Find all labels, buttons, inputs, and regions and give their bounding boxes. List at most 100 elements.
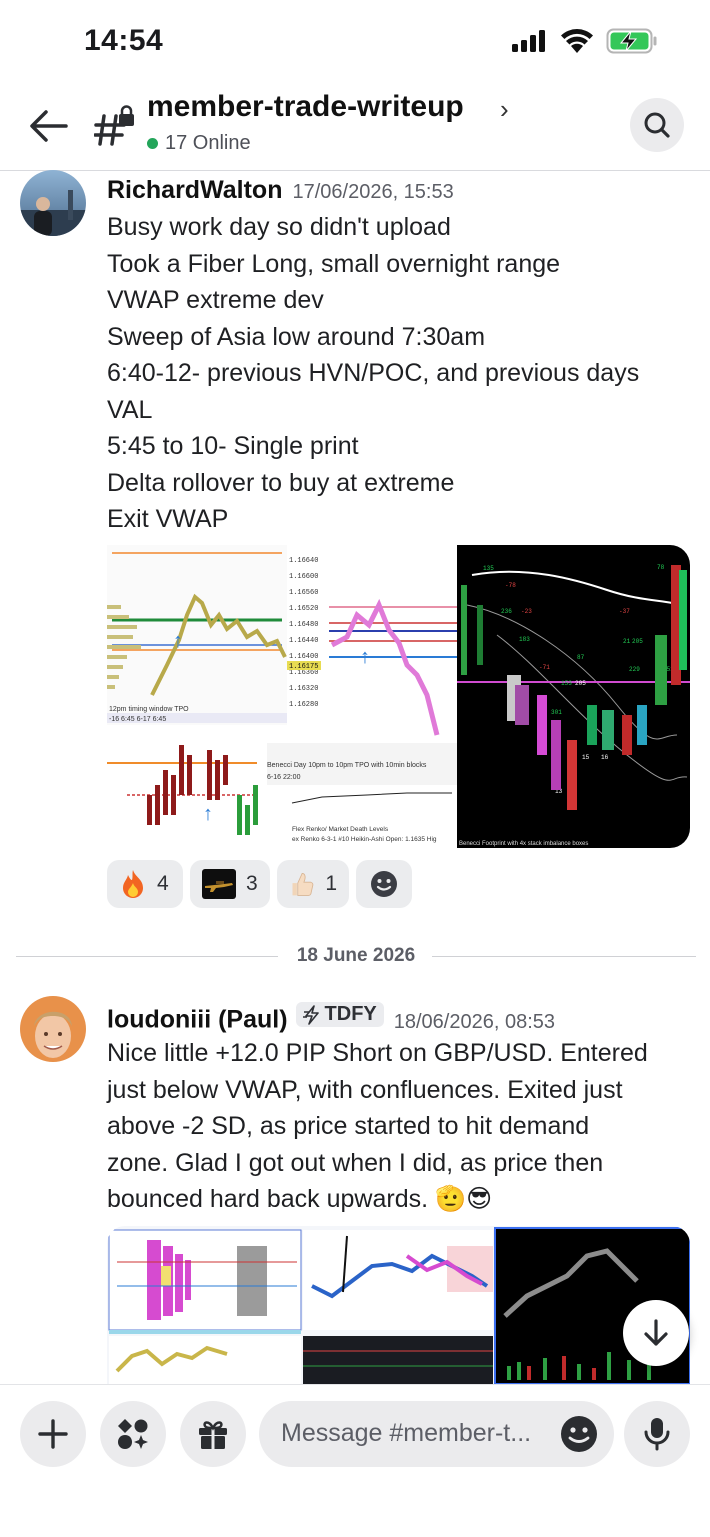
reaction-bar: 4 3 1 <box>107 860 412 908</box>
online-status-dot <box>147 138 158 149</box>
price-label: 1.16640 <box>289 557 318 565</box>
fp-number: -37 <box>619 608 630 615</box>
svg-text:↑: ↑ <box>360 646 370 668</box>
search-button[interactable] <box>630 98 684 152</box>
add-reaction-button[interactable] <box>356 860 412 908</box>
fp-number: 229 <box>629 666 640 673</box>
price-label: 1.16600 <box>289 573 318 581</box>
message-line: 5:45 to 10- Single print <box>107 432 359 460</box>
author-name-text[interactable]: RichardWalton <box>107 176 282 204</box>
fp-number: -23 <box>521 608 532 615</box>
message-timestamp: 18/06/2026, 08:53 <box>393 1010 556 1033</box>
avatar[interactable] <box>20 170 86 236</box>
emoji-picker-icon[interactable] <box>559 1414 599 1454</box>
add-emoji-icon <box>371 871 397 897</box>
apps-button[interactable] <box>100 1401 166 1467</box>
status-time: 14:54 <box>84 24 164 57</box>
chevron-right-icon[interactable]: › <box>500 94 509 125</box>
back-arrow-icon[interactable] <box>26 106 70 146</box>
status-bar: 14:54 <box>0 0 710 84</box>
add-attachment-button[interactable] <box>20 1401 86 1467</box>
chart-label-renko: Flex Renko/ Market Death Levels <box>292 826 389 833</box>
chart-label-tpo: 12pm timing window TPO <box>109 706 189 713</box>
fp-number: 87 <box>577 654 585 661</box>
reaction-fire[interactable]: 4 <box>107 860 183 908</box>
message-line: bounced hard back upwards. 🫡😎 <box>107 1185 493 1213</box>
chart-collage-left: ↑ 12pm timing window TPO -16 6:45 6-17 6… <box>107 545 457 848</box>
avatar[interactable] <box>20 996 86 1062</box>
channel-header: member-trade-writeup › 17 Online <box>0 84 710 171</box>
reaction-count: 1 <box>325 872 337 895</box>
message-line: Nice little +12.0 PIP Short on GBP/USD. … <box>107 1039 648 1067</box>
chart-collage-footprint: 135 78 236 21 183 205 87 229 251 153 301… <box>457 545 690 848</box>
status-icons <box>512 28 658 54</box>
message-timestamp: 17/06/2026, 15:53 <box>292 181 454 203</box>
server-tag[interactable]: TDFY <box>295 1002 384 1027</box>
fp-number: 236 <box>501 608 512 615</box>
fp-number: 16 <box>601 754 609 761</box>
server-tag-label: TDFY <box>324 1003 377 1025</box>
price-label: 1.16560 <box>289 589 318 597</box>
message-body: Nice little +12.0 PIP Short on GBP/USD. … <box>107 1035 697 1218</box>
fire-emoji-icon <box>123 870 143 898</box>
message-line: Sweep of Asia low around 7:30am <box>107 322 486 351</box>
reaction-thumbs-up[interactable]: 1 <box>277 860 349 908</box>
fp-number: 15 <box>582 754 590 761</box>
message-body: Busy work day so didn't upload Took a Fi… <box>107 209 697 538</box>
chart-label-footprint: Benecci Footprint with 4x stack imbalanc… <box>459 841 588 847</box>
svg-text:↑: ↑ <box>173 630 183 652</box>
fp-number: 21 <box>623 638 631 645</box>
reaction-rifle[interactable]: 3 <box>190 860 270 908</box>
fp-number: 153 <box>561 680 572 687</box>
thumbs-up-emoji-icon <box>292 873 314 896</box>
online-count-label: 17 Online <box>165 132 251 154</box>
online-count: 17 Online <box>147 132 251 155</box>
message-line: VWAP extreme dev <box>107 286 324 314</box>
fp-number: 301 <box>551 709 562 716</box>
fp-number: 205 <box>632 638 643 645</box>
arrow-down-icon <box>644 1319 668 1346</box>
message-line: just below VWAP, with confluences. Exite… <box>107 1075 623 1104</box>
price-label: 1.16280 <box>289 701 318 709</box>
gift-icon <box>199 1421 227 1449</box>
chart-label-day: Benecci Day 10pm to 10pm TPO with 10min … <box>267 762 427 769</box>
message-line: Took a Fiber Long, small overnight range <box>107 249 561 278</box>
message-line: Exit VWAP <box>107 505 229 533</box>
message-line: VAL <box>107 395 153 424</box>
chart-label-dates: -16 6:45 6-17 6:45 <box>109 716 166 723</box>
message-line: zone. Glad I got out when I did, as pric… <box>107 1148 604 1177</box>
date-divider: 18 June 2026 <box>16 942 696 970</box>
voice-message-button[interactable] <box>624 1401 690 1467</box>
message-input-placeholder: Message #member-t... <box>281 1419 532 1447</box>
price-label: 1.16520 <box>289 605 318 613</box>
price-label: 1.16400 <box>289 653 318 661</box>
author-name[interactable]: RichardWalton 17/06/2026, 15:53 <box>107 176 454 205</box>
svg-text:↑: ↑ <box>203 803 213 825</box>
battery-charging-icon <box>606 28 657 54</box>
chart-collage-2 <box>107 1226 690 1384</box>
lightning-icon <box>302 1004 319 1025</box>
fp-number: 78 <box>657 564 665 571</box>
gift-button[interactable] <box>180 1401 246 1467</box>
divider-rule <box>432 956 696 957</box>
message-composer: Message #member-t... <box>0 1384 710 1537</box>
message-line: Busy work day so didn't upload <box>107 213 451 241</box>
image-attachment-chart[interactable]: ↑ 12pm timing window TPO -16 6:45 6-17 6… <box>107 545 690 848</box>
private-channel-icon <box>94 105 134 146</box>
channel-name[interactable]: member-trade-writeup <box>147 90 464 124</box>
chart-label-dates2: 6-16 22:00 <box>267 774 301 781</box>
fp-number: 135 <box>483 565 494 572</box>
fp-number: -71 <box>539 664 550 671</box>
chart-label-renko2: ex Renko 6-3-1 #10 Heikin-Ashi Open: 1.1… <box>292 836 437 843</box>
author-name-text[interactable]: loudoniii (Paul) <box>107 1006 288 1034</box>
svg-text:-78: -78 <box>505 582 516 589</box>
message-line: Delta rollover to buy at extreme <box>107 468 455 497</box>
author-name[interactable]: loudoniii (Paul) TDFY 18/06/2026, 08:53 <box>107 1002 555 1035</box>
rifle-emoji-icon <box>202 869 236 899</box>
reaction-count: 4 <box>157 872 169 895</box>
message-line: 6:40-12- previous HVN/POC, and previous … <box>107 359 640 387</box>
image-attachment-chart-2[interactable] <box>107 1226 690 1384</box>
scroll-to-bottom-button[interactable] <box>623 1300 689 1366</box>
message-line: above -2 SD, as price started to hit dem… <box>107 1112 590 1140</box>
plus-icon <box>38 1419 68 1449</box>
